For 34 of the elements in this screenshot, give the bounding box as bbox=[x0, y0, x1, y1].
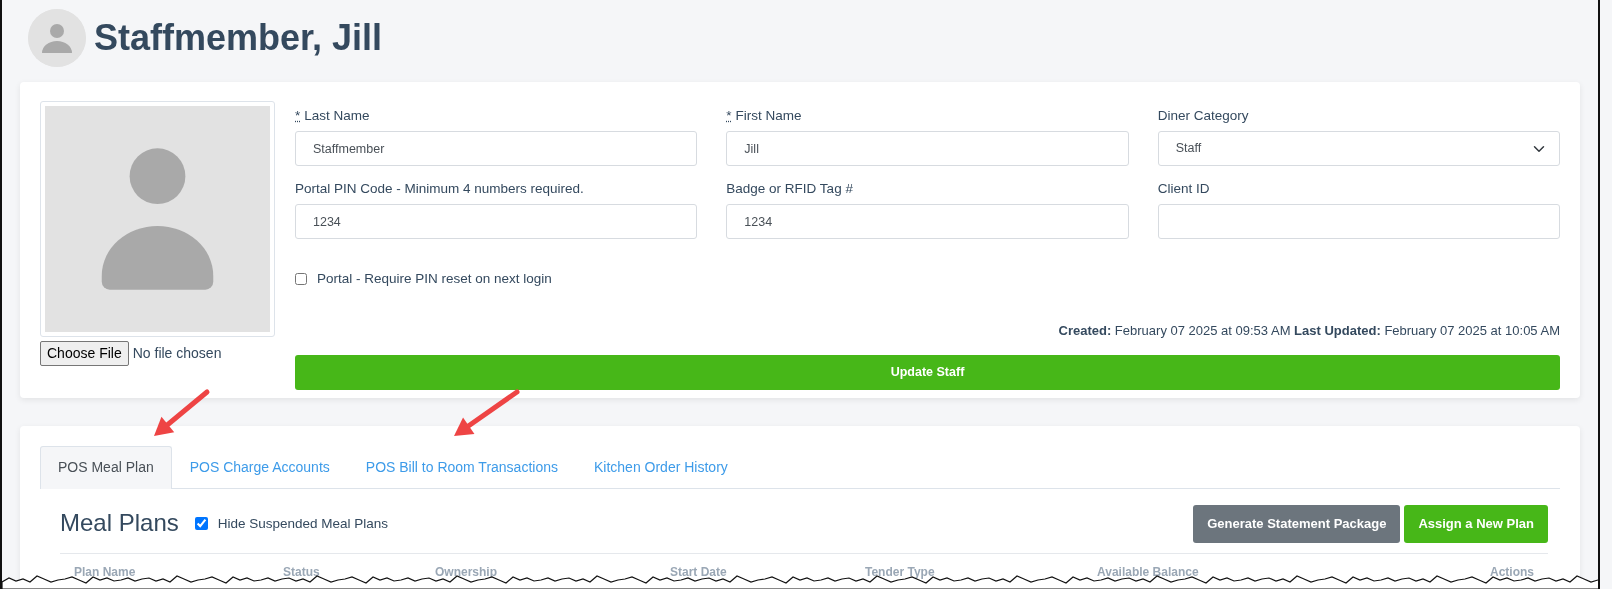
required-mark: * bbox=[726, 107, 732, 123]
tab[interactable]: POS Meal Plan bbox=[40, 446, 172, 489]
column-header: Status bbox=[283, 563, 321, 581]
page-title: Staffmember, Jill bbox=[94, 16, 383, 60]
choose-file-button[interactable]: Choose File bbox=[40, 341, 129, 366]
field-label: First Name bbox=[735, 107, 802, 123]
arrow-annotation bbox=[154, 389, 210, 436]
checkbox[interactable] bbox=[295, 273, 307, 286]
input-field[interactable]: 1234 bbox=[726, 204, 1129, 240]
column-header: Plan Name bbox=[74, 563, 137, 581]
field-label: Last Name bbox=[304, 107, 370, 123]
column-header: Tender Type bbox=[865, 563, 936, 581]
file-status: No file chosen bbox=[132, 344, 222, 363]
field-label: Portal PIN Code - Minimum 4 numbers required. bbox=[295, 180, 584, 197]
checkbox-label: Portal - Require PIN reset on next login bbox=[317, 270, 552, 289]
checkbox[interactable] bbox=[194, 517, 208, 531]
statement-button[interactable]: Generate Statement Package bbox=[1193, 505, 1401, 543]
category-select[interactable]: Staff bbox=[1157, 131, 1560, 166]
field-label: Diner Category bbox=[1157, 107, 1249, 123]
timestamp-text: Created: February 07 2025 at 09:53 AM Last Updated: February 07 2025 at 10:05 AM bbox=[1057, 322, 1560, 341]
input-field[interactable] bbox=[1157, 204, 1560, 240]
checkbox-label: Hide Suspended Meal Plans bbox=[217, 514, 389, 533]
input-field[interactable]: 1234 bbox=[295, 204, 698, 240]
input-field[interactable]: Staffmember bbox=[295, 131, 698, 166]
input-field[interactable]: Jill bbox=[726, 131, 1129, 166]
arrow-annotation bbox=[454, 389, 520, 436]
column-header: Start Date bbox=[670, 563, 728, 581]
field-label: Badge or RFID Tag # bbox=[726, 180, 853, 197]
required-mark: * bbox=[295, 107, 301, 123]
field-label: Client ID bbox=[1157, 180, 1210, 197]
column-header: Ownership bbox=[435, 563, 498, 581]
section-title: Meal Plans bbox=[60, 509, 179, 539]
column-header: Actions bbox=[1490, 563, 1534, 581]
column-header: Available Balance bbox=[1097, 563, 1200, 581]
